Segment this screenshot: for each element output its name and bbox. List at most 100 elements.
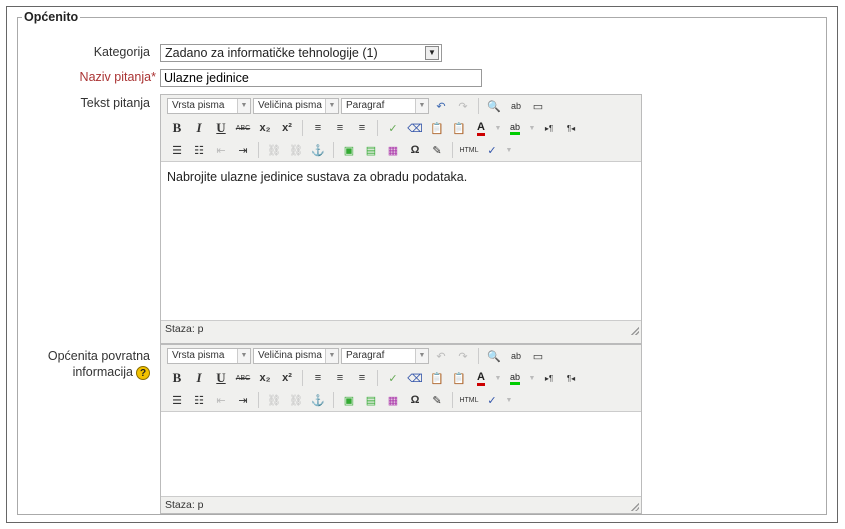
unlink-icon[interactable]: ⛓	[286, 391, 306, 409]
replace-icon[interactable]: ab	[506, 97, 526, 115]
link-icon[interactable]: ⛓	[264, 391, 284, 409]
remove-format-icon[interactable]: ⌫	[405, 369, 425, 387]
replace-icon[interactable]: ab	[506, 347, 526, 365]
section-legend: Općenito	[24, 10, 79, 24]
media-icon[interactable]: ▤	[361, 391, 381, 409]
html-button[interactable]: HTML	[458, 391, 480, 409]
help-icon[interactable]: ?	[136, 365, 150, 380]
chevron-down-icon[interactable]: ▼	[504, 141, 514, 159]
resize-handle-icon[interactable]	[631, 327, 639, 335]
link-icon[interactable]: ⛓	[264, 141, 284, 159]
font-size-label: Veličina pisma	[258, 100, 322, 111]
category-select[interactable]: Zadano za informatičke tehnologije (1) ▼	[160, 44, 442, 62]
remove-format-icon[interactable]: ⌫	[405, 119, 425, 137]
spellcheck-icon[interactable]: ✓	[482, 141, 502, 159]
text-color-icon[interactable]: A	[471, 369, 491, 387]
align-center-icon[interactable]: ≡	[330, 369, 350, 387]
paste-word-icon[interactable]: 📋	[449, 369, 469, 387]
superscript-button[interactable]: x²	[277, 119, 297, 137]
chevron-down-icon[interactable]: ▼	[527, 119, 537, 137]
bullet-list-icon[interactable]: ☰	[167, 141, 187, 159]
chevron-down-icon[interactable]: ▼	[425, 46, 439, 60]
paste-text-icon[interactable]: 📋	[427, 119, 447, 137]
strikethrough-button[interactable]: ABC	[233, 119, 253, 137]
background-color-icon[interactable]: ab	[505, 369, 525, 387]
bold-button[interactable]: B	[167, 119, 187, 137]
align-left-icon[interactable]: ≡	[308, 119, 328, 137]
paste-text-icon[interactable]: 📋	[427, 369, 447, 387]
bullet-list-icon[interactable]: ☰	[167, 391, 187, 409]
cleanup-icon[interactable]: ✓	[383, 369, 403, 387]
underline-button[interactable]: U	[211, 119, 231, 137]
toolbar-row-3: ☰ ☷ ⇤ ⇥ ⛓ ⛓ ⚓ ▣ ▤ ▦ Ω ✎ HTML ✓ ▼	[161, 389, 641, 411]
chevron-down-icon: ▼	[325, 99, 338, 113]
chevron-down-icon[interactable]: ▼	[493, 369, 503, 387]
align-right-icon[interactable]: ≡	[352, 119, 372, 137]
question-text-area[interactable]: Nabrojite ulazne jedinice sustava za obr…	[161, 161, 641, 321]
numbered-list-icon[interactable]: ☷	[189, 391, 209, 409]
undo-icon[interactable]: ↶	[431, 347, 451, 365]
format-select[interactable]: Paragraf ▼	[341, 98, 429, 114]
align-left-icon[interactable]: ≡	[308, 369, 328, 387]
image-icon[interactable]: ▣	[339, 141, 359, 159]
path-status: Staza: p	[165, 323, 204, 335]
spellcheck-icon[interactable]: ✓	[482, 391, 502, 409]
subscript-button[interactable]: x₂	[255, 369, 275, 387]
ltr-icon[interactable]: ▸¶	[539, 369, 559, 387]
subscript-button[interactable]: x₂	[255, 119, 275, 137]
find-icon[interactable]: 🔍	[484, 97, 504, 115]
font-size-select[interactable]: Veličina pisma ▼	[253, 98, 339, 114]
special-char-icon[interactable]: Ω	[405, 141, 425, 159]
question-name-input[interactable]	[160, 69, 482, 87]
font-family-select[interactable]: Vrsta pisma ▼	[167, 348, 251, 364]
ltr-icon[interactable]: ▸¶	[539, 119, 559, 137]
indent-icon[interactable]: ⇥	[233, 141, 253, 159]
fullscreen-icon[interactable]: ▭	[528, 347, 548, 365]
unlink-icon[interactable]: ⛓	[286, 141, 306, 159]
edit-icon[interactable]: ✎	[427, 391, 447, 409]
outdent-icon[interactable]: ⇤	[211, 141, 231, 159]
italic-button[interactable]: I	[189, 119, 209, 137]
toolbar-divider	[377, 120, 378, 136]
table-icon[interactable]: ▦	[383, 391, 403, 409]
undo-icon[interactable]: ↶	[431, 97, 451, 115]
numbered-list-icon[interactable]: ☷	[189, 141, 209, 159]
chevron-down-icon[interactable]: ▼	[493, 119, 503, 137]
chevron-down-icon[interactable]: ▼	[527, 369, 537, 387]
strikethrough-button[interactable]: ABC	[233, 369, 253, 387]
toolbar-divider	[377, 370, 378, 386]
anchor-icon[interactable]: ⚓	[308, 391, 328, 409]
edit-icon[interactable]: ✎	[427, 141, 447, 159]
paste-word-icon[interactable]: 📋	[449, 119, 469, 137]
redo-icon[interactable]: ↷	[453, 97, 473, 115]
image-icon[interactable]: ▣	[339, 391, 359, 409]
feedback-editor: Vrsta pisma ▼ Veličina pisma ▼ Paragraf ▼ ↶…	[160, 344, 642, 514]
html-button[interactable]: HTML	[458, 141, 480, 159]
align-right-icon[interactable]: ≡	[352, 369, 372, 387]
anchor-icon[interactable]: ⚓	[308, 141, 328, 159]
find-icon[interactable]: 🔍	[484, 347, 504, 365]
indent-icon[interactable]: ⇥	[233, 391, 253, 409]
superscript-button[interactable]: x²	[277, 369, 297, 387]
fullscreen-icon[interactable]: ▭	[528, 97, 548, 115]
text-color-icon[interactable]: A	[471, 119, 491, 137]
media-icon[interactable]: ▤	[361, 141, 381, 159]
chevron-down-icon[interactable]: ▼	[504, 391, 514, 409]
bold-button[interactable]: B	[167, 369, 187, 387]
align-center-icon[interactable]: ≡	[330, 119, 350, 137]
redo-icon[interactable]: ↷	[453, 347, 473, 365]
outdent-icon[interactable]: ⇤	[211, 391, 231, 409]
rtl-icon[interactable]: ¶◂	[561, 369, 581, 387]
special-char-icon[interactable]: Ω	[405, 391, 425, 409]
background-color-icon[interactable]: ab	[505, 119, 525, 137]
table-icon[interactable]: ▦	[383, 141, 403, 159]
font-family-select[interactable]: Vrsta pisma ▼	[167, 98, 251, 114]
format-select[interactable]: Paragraf ▼	[341, 348, 429, 364]
italic-button[interactable]: I	[189, 369, 209, 387]
cleanup-icon[interactable]: ✓	[383, 119, 403, 137]
feedback-text-area[interactable]	[161, 411, 641, 497]
underline-button[interactable]: U	[211, 369, 231, 387]
font-size-select[interactable]: Veličina pisma ▼	[253, 348, 339, 364]
resize-handle-icon[interactable]	[631, 503, 639, 511]
rtl-icon[interactable]: ¶◂	[561, 119, 581, 137]
